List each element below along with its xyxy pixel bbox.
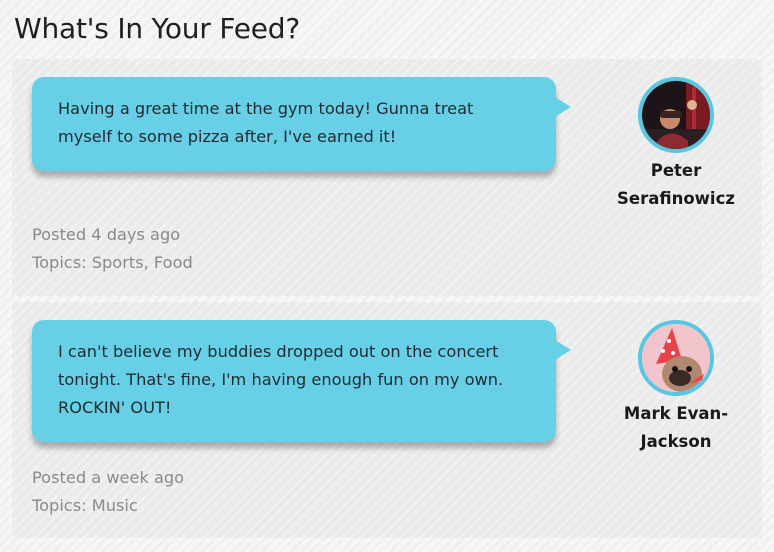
post-timestamp: Posted a week ago (32, 468, 185, 487)
feed-post: I can't believe my buddies dropped out o… (12, 302, 762, 538)
author-name[interactable]: Peter Serafinowicz (612, 157, 740, 213)
speech-bubble-tail (555, 97, 571, 117)
post-message-bubble: Having a great time at the gym today! Gu… (32, 77, 571, 171)
avatar[interactable] (638, 77, 714, 153)
author-name[interactable]: Mark Evan-Jackson (612, 400, 740, 456)
avatar[interactable] (638, 320, 714, 396)
post-meta: Posted 4 days ago Topics: Sports, Food (32, 221, 193, 277)
speech-bubble-tail (555, 340, 571, 360)
post-message-text: I can't believe my buddies dropped out o… (58, 342, 504, 417)
post-message-bubble: I can't believe my buddies dropped out o… (32, 320, 571, 442)
post-timestamp: Posted 4 days ago (32, 225, 181, 244)
feed-post: Having a great time at the gym today! Gu… (12, 59, 762, 296)
post-meta: Posted a week ago Topics: Music (32, 464, 184, 520)
post-message-text: Having a great time at the gym today! Gu… (58, 99, 474, 146)
post-topics: Topics: Music (32, 496, 138, 515)
page-title: What's In Your Feed? (14, 12, 300, 45)
post-author: Peter Serafinowicz (612, 77, 740, 213)
post-topics: Topics: Sports, Food (32, 253, 193, 272)
avatar-photo-pug (642, 324, 710, 392)
post-author: Mark Evan-Jackson (612, 320, 740, 456)
avatar-photo-gym (642, 81, 710, 149)
